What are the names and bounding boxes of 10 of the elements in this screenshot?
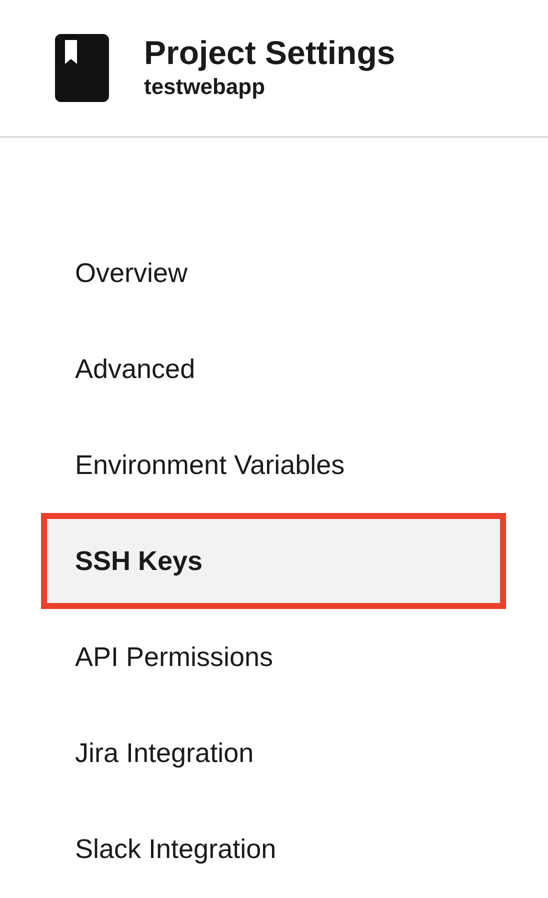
- page-title: Project Settings: [144, 32, 396, 72]
- nav-item[interactable]: API Permissions: [43, 611, 504, 703]
- bookmark-book-icon: [55, 34, 109, 102]
- project-name: testwebapp: [144, 72, 266, 100]
- nav-item[interactable]: Environment Variables: [43, 419, 504, 511]
- nav-item[interactable]: Jira Integration: [43, 707, 504, 799]
- selected-nav-item[interactable]: SSH Keys: [43, 515, 504, 607]
- nav-item[interactable]: Advanced: [43, 323, 504, 415]
- nav-item[interactable]: Slack Integration: [43, 803, 504, 895]
- nav-item[interactable]: Overview: [43, 227, 504, 319]
